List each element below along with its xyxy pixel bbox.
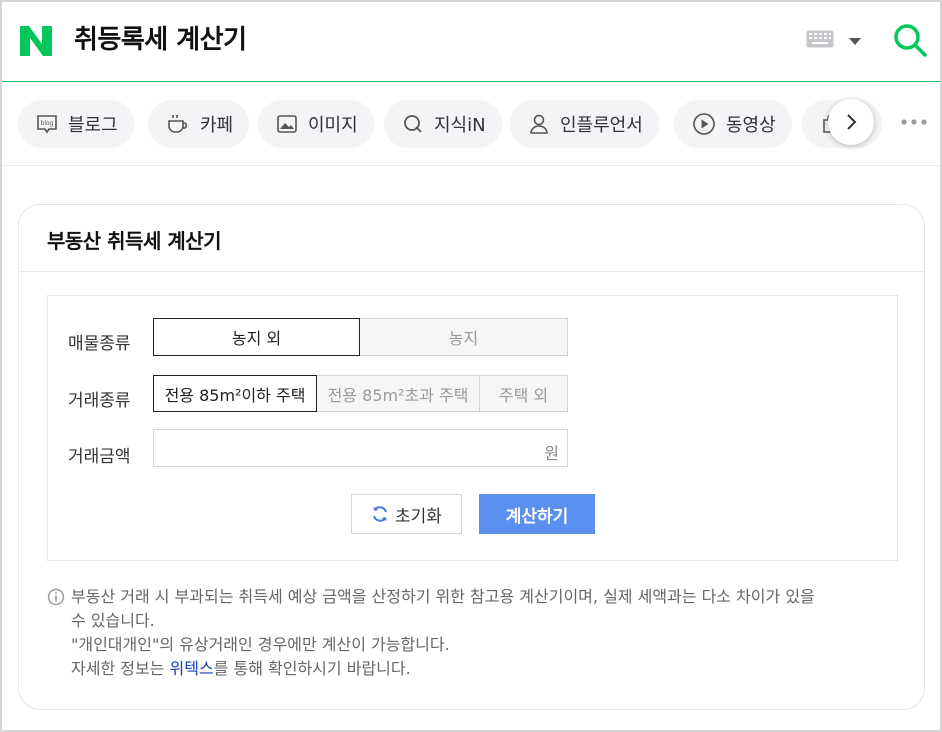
note-line-4-prefix: 자세한 정보는 [71,659,170,678]
search-icon[interactable] [892,22,928,58]
property-type-label: 매물종류 [68,334,131,354]
vertical-tab-bar: blog 블로그 카페 이미지 지식iN 인플루언서 동영상 [2,82,940,166]
refresh-icon [373,506,388,522]
property-option-non-farmland[interactable]: 농지 외 [153,318,360,356]
svg-text:blog: blog [41,120,54,127]
trade-type-label: 거래종류 [68,391,131,411]
chevron-right-icon [847,114,857,130]
info-icon [47,588,65,606]
note-line-4-suffix: 를 통해 확인하시기 바랍니다. [213,659,411,678]
cafe-cup-icon [168,115,188,133]
tab-cafe[interactable]: 카페 [148,100,250,148]
wetax-link[interactable]: 위텍스 [170,659,214,678]
tab-influencer[interactable]: 인플루언서 [510,100,659,148]
search-query[interactable]: 취등록세 계산기 [74,20,247,60]
tab-video[interactable]: 동영상 [674,100,792,148]
note-line-4: 자세한 정보는 위텍스를 통해 확인하시기 바랍니다. [71,657,887,681]
trade-option-non-house[interactable]: 주택 외 [480,375,568,412]
property-type-toggle: 농지 외 농지 [153,318,568,356]
search-header: 취등록세 계산기 [2,2,940,82]
calculate-button[interactable]: 계산하기 [479,494,595,534]
person-icon [530,114,548,134]
keyboard-icon[interactable] [806,30,834,48]
chevron-down-icon[interactable] [848,36,862,46]
tab-label: 카페 [200,115,234,136]
naver-logo[interactable] [18,24,54,58]
tab-image[interactable]: 이미지 [258,100,374,148]
tab-label: 이미지 [308,115,358,136]
trade-option-under-85[interactable]: 전용 85m²이하 주택 [153,375,317,412]
more-dots-icon[interactable] [900,116,932,128]
note-line-3: "개인대개인"의 유상거래인 경우에만 계산이 가능합니다. [71,635,450,654]
amount-label: 거래금액 [68,447,131,467]
tab-kin[interactable]: 지식iN [384,100,502,148]
q-icon [404,115,422,133]
tab-label: 동영상 [726,115,776,136]
tab-label: 인플루언서 [560,115,643,136]
tab-label: 블로그 [68,115,118,136]
amount-unit: 원 [544,444,559,463]
image-icon [277,115,297,133]
calculator-form: 매물종류 농지 외 농지 거래종류 전용 85m²이하 주택 전용 85m²초과… [47,295,898,561]
blog-icon: blog [37,115,57,134]
play-icon [693,113,715,135]
page-frame: 취등록세 계산기 blog 블로그 카페 이미지 지식iN 인플루언서 동영상 … [0,0,942,732]
tab-label: 지식iN [434,115,486,136]
tab-blog[interactable]: blog 블로그 [18,100,134,148]
reset-button[interactable]: 초기화 [351,494,462,534]
card-title: 부동산 취득세 계산기 [47,229,222,253]
note-line-1: 부동산 거래 시 부과되는 취득세 예상 금액을 산정하기 위한 참고용 계산기… [71,587,815,606]
acquisition-tax-calculator-card: 부동산 취득세 계산기 매물종류 농지 외 농지 거래종류 전용 85m²이하 … [18,204,925,710]
divider [19,271,924,272]
property-option-farmland[interactable]: 농지 [360,318,568,356]
tabs-next-button[interactable] [828,99,874,145]
reset-label: 초기화 [395,506,442,527]
amount-input[interactable]: 원 [153,429,568,467]
trade-type-toggle: 전용 85m²이하 주택 전용 85m²초과 주택 주택 외 [153,375,568,412]
trade-option-over-85[interactable]: 전용 85m²초과 주택 [317,375,480,412]
note-line-2: 수 있습니다. [71,611,155,630]
disclaimer: 부동산 거래 시 부과되는 취득세 예상 금액을 산정하기 위한 참고용 계산기… [47,585,887,681]
